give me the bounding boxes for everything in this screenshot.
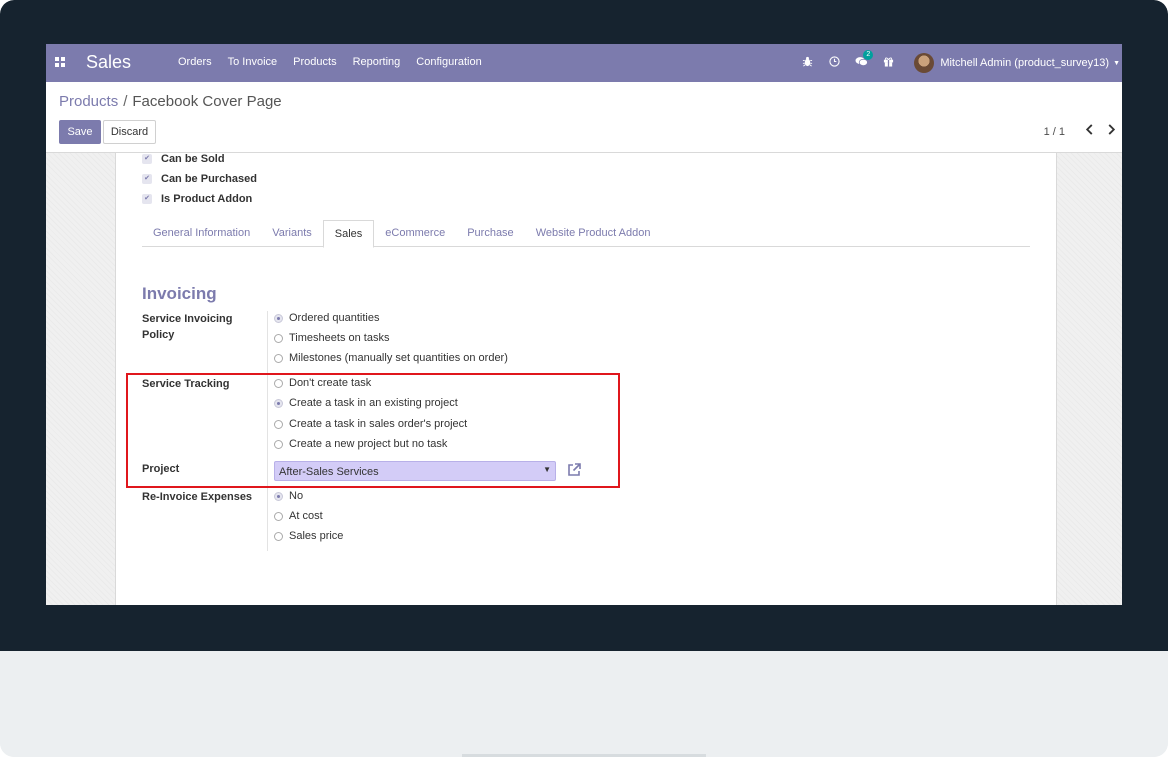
radio-reinvoice-at-cost[interactable]: At cost: [274, 510, 323, 522]
checkbox-label: Can be Sold: [161, 153, 225, 165]
label-service-invoicing-policy: Service Invoicing Policy: [142, 311, 232, 343]
gift-icon[interactable]: [875, 56, 902, 70]
tab-website-product-addon[interactable]: Website Product Addon: [525, 220, 662, 247]
app-brand[interactable]: Sales: [86, 52, 131, 73]
checkmark-icon[interactable]: ✔: [142, 174, 152, 184]
radio-label: Ordered quantities: [289, 312, 380, 324]
checkbox-can-be-purchased[interactable]: ✔ Can be Purchased: [142, 173, 257, 185]
radio-label: Milestones (manually set quantities on o…: [289, 352, 508, 364]
app-screen: Sales Orders To Invoice Products Reporti…: [46, 44, 1122, 605]
discard-button[interactable]: Discard: [103, 120, 156, 144]
highlight-box: [126, 373, 620, 488]
bug-icon[interactable]: [794, 56, 821, 70]
radio-button[interactable]: [274, 491, 283, 501]
checkbox-label: Can be Purchased: [161, 173, 257, 185]
breadcrumb-separator: /: [123, 93, 128, 110]
checkbox-is-product-addon[interactable]: ✔ Is Product Addon: [142, 193, 252, 205]
radio-reinvoice-no[interactable]: No: [274, 490, 303, 502]
radio-label: At cost: [289, 510, 323, 522]
chat-icon[interactable]: 2: [848, 50, 875, 70]
tab-variants[interactable]: Variants: [261, 220, 323, 247]
label-line: Service Invoicing: [142, 313, 233, 325]
checkbox-can-be-sold[interactable]: ✔ Can be Sold: [142, 153, 225, 165]
radio-button[interactable]: [274, 353, 283, 363]
radio-timesheets-on-tasks[interactable]: Timesheets on tasks: [274, 332, 389, 344]
tab-ecommerce[interactable]: eCommerce: [374, 220, 456, 247]
radio-button[interactable]: [274, 313, 283, 323]
label-reinvoice-expenses: Re-Invoice Expenses: [142, 491, 253, 503]
breadcrumb: Products / Facebook Cover Page: [59, 93, 282, 110]
chevron-left-icon[interactable]: [1082, 122, 1096, 138]
top-navbar: Sales Orders To Invoice Products Reporti…: [46, 44, 1122, 82]
user-name: Mitchell Admin (product_survey13): [940, 57, 1110, 69]
radio-label: Timesheets on tasks: [289, 332, 390, 344]
radio-milestones[interactable]: Milestones (manually set quantities on o…: [274, 352, 508, 364]
notebook-tabs: General Information Variants Sales eComm…: [142, 220, 1030, 248]
radio-label: Sales price: [289, 530, 344, 542]
menu-item-orders[interactable]: Orders: [178, 56, 212, 68]
main-menu: Orders To Invoice Products Reporting Con…: [170, 56, 490, 68]
radio-button[interactable]: [274, 511, 283, 521]
radio-reinvoice-sales-price[interactable]: Sales price: [274, 530, 343, 542]
save-button[interactable]: Save: [59, 120, 101, 144]
radio-label: No: [289, 490, 304, 502]
checkmark-icon[interactable]: ✔: [142, 194, 152, 204]
message-count-badge: 2: [863, 50, 874, 60]
user-menu[interactable]: Mitchell Admin (product_survey13) ▼: [914, 53, 1122, 73]
menu-item-products[interactable]: Products: [293, 56, 336, 68]
section-title-invoicing: Invoicing: [142, 284, 217, 303]
checkbox-label: Is Product Addon: [161, 193, 253, 205]
radio-ordered-quantities[interactable]: Ordered quantities: [274, 312, 380, 324]
systray: 2 Mitchell Admin (product_survey13) ▼: [794, 44, 1122, 82]
control-panel: Products / Facebook Cover Page Save Discar…: [46, 82, 1122, 153]
tab-sales[interactable]: Sales: [322, 220, 375, 248]
breadcrumb-products-link[interactable]: Products: [59, 93, 118, 110]
user-avatar: [914, 53, 935, 73]
tab-general-information[interactable]: General Information: [142, 220, 261, 247]
chevron-down-icon: ▼: [1113, 59, 1120, 67]
apps-grid-icon[interactable]: [55, 57, 65, 67]
menu-item-to-invoice[interactable]: To Invoice: [228, 56, 278, 68]
pager-value: 1 / 1: [1043, 126, 1065, 138]
device-frame: Sales Orders To Invoice Products Reporti…: [0, 0, 1168, 757]
device-base: [0, 651, 1168, 757]
tab-purchase[interactable]: Purchase: [456, 220, 524, 247]
label-line: Policy: [142, 329, 175, 341]
breadcrumb-current: Facebook Cover Page: [132, 93, 282, 110]
chevron-right-icon[interactable]: [1104, 122, 1118, 138]
menu-item-reporting[interactable]: Reporting: [353, 56, 401, 68]
radio-button[interactable]: [274, 531, 283, 541]
checkmark-icon[interactable]: ✔: [142, 154, 152, 164]
menu-item-configuration[interactable]: Configuration: [416, 56, 481, 68]
clock-icon[interactable]: [821, 56, 848, 70]
radio-button[interactable]: [274, 333, 283, 343]
